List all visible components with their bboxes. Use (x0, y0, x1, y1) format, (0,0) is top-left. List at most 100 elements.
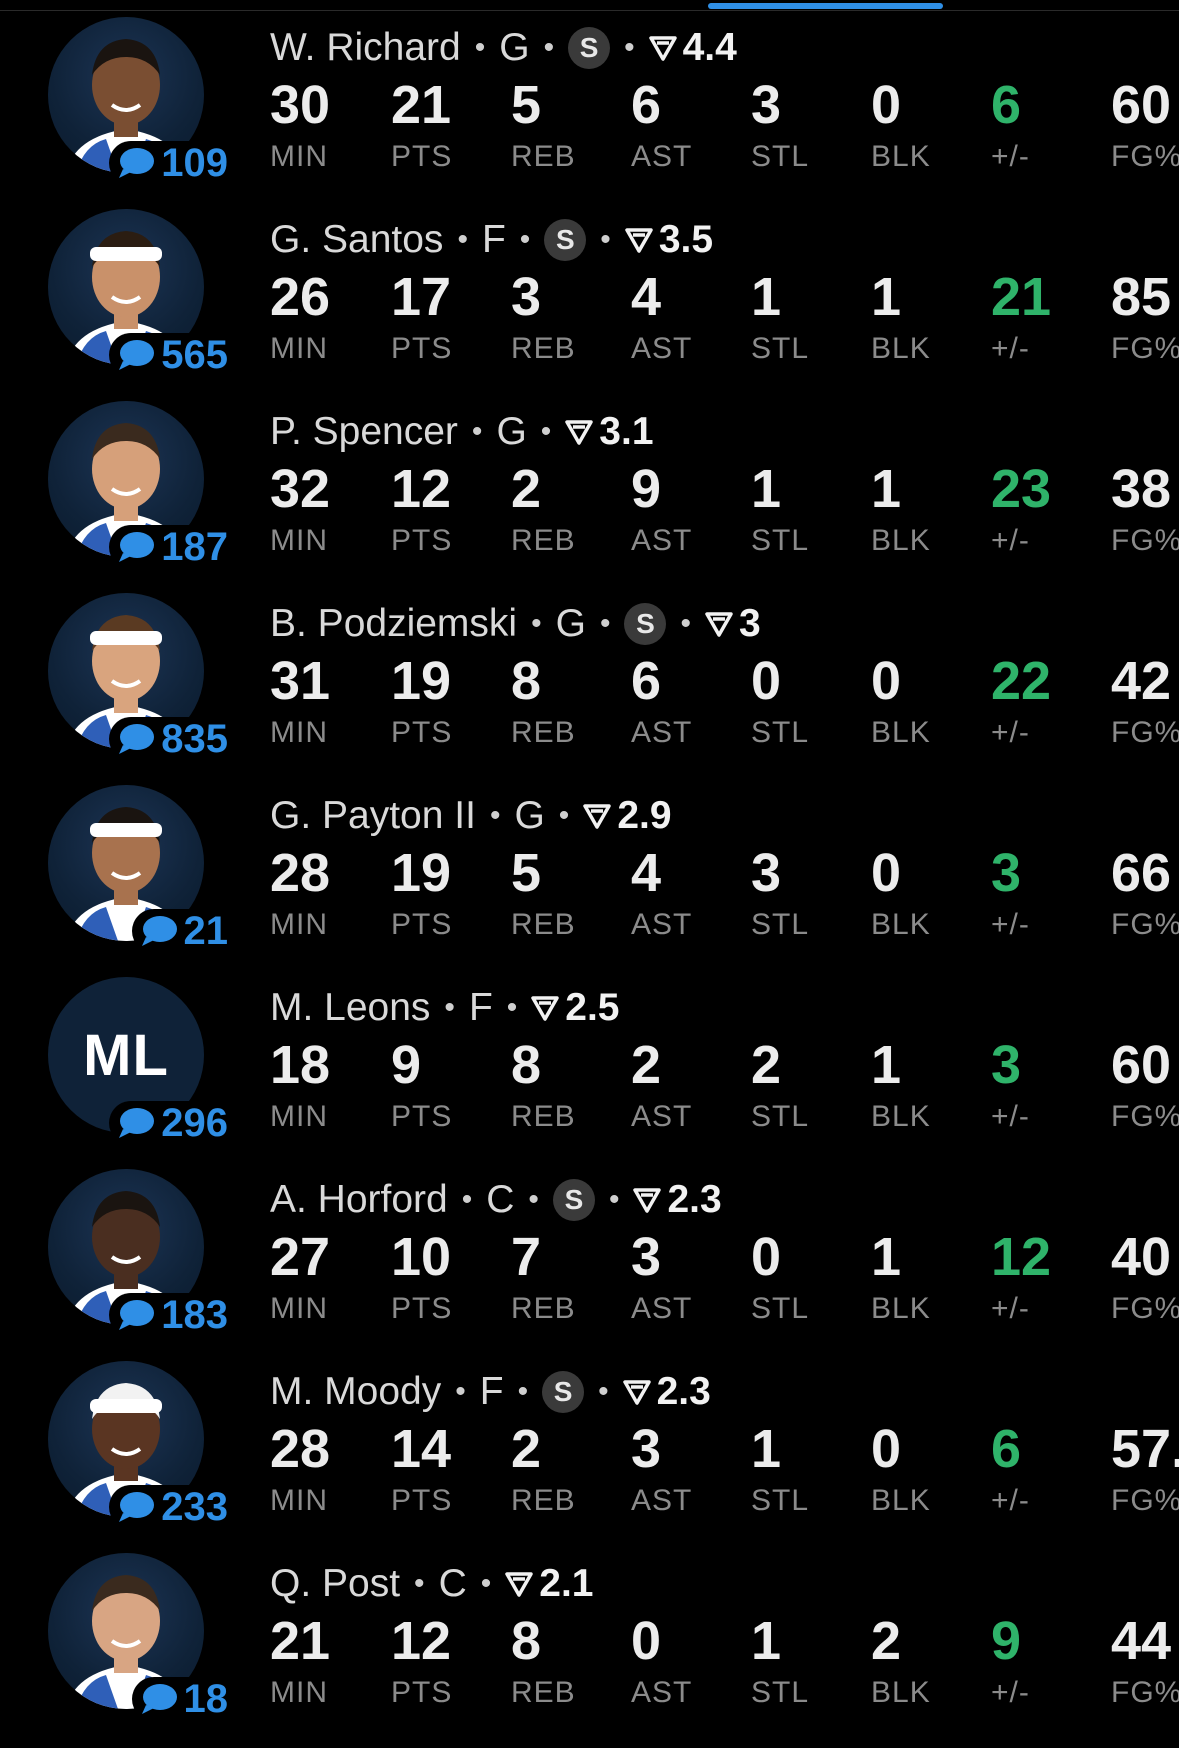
stat-value: 85 (1111, 267, 1172, 327)
stat-value: 3 (751, 843, 782, 903)
stat-value: 3 (751, 75, 782, 135)
player-row[interactable]: 835 B. Podziemski • G • S • 3 31 MIN 19 PTS 8 REB 6 AST… (0, 581, 1179, 773)
stat-value: 19 (391, 843, 452, 903)
player-name-line: W. Richard • G • S • 4.4 (270, 23, 1179, 73)
stat-min: 28 MIN (270, 841, 330, 945)
comment-badge[interactable]: 233 (109, 1485, 232, 1529)
player-name[interactable]: B. Podziemski (270, 602, 517, 646)
player-info: W. Richard • G • S • 4.4 30 MIN 21 PTS 5 REB 6 AST 3 STL… (270, 23, 1179, 193)
player-rating: 2.3 (633, 1178, 722, 1222)
player-row[interactable]: 565 G. Santos • F • S • 3.5 26 MIN 17 PTS 3 REB 4 AST 1 S… (0, 197, 1179, 389)
stat-label: REB (511, 140, 576, 173)
separator-dot: • (519, 223, 531, 256)
player-row[interactable]: ML 296 M. Leons • F • 2.5 18 MIN 9 PTS 8 REB 2 AST 2 STL… (0, 965, 1179, 1157)
comment-badge[interactable]: 109 (109, 141, 232, 185)
stat-value: 23 (991, 459, 1052, 519)
rating-funnel-icon (705, 612, 733, 637)
stat-label: PTS (391, 908, 453, 941)
player-name[interactable]: G. Payton II (270, 794, 476, 838)
stat-min: 30 MIN (270, 73, 330, 177)
stat-blk: 0 BLK (871, 73, 931, 177)
player-info: M. Moody • F • S • 2.3 28 MIN 14 PTS 2 REB 3 AST 1 STL 0 B… (270, 1367, 1179, 1537)
separator-dot: • (455, 1375, 466, 1408)
player-name[interactable]: G. Santos (270, 218, 443, 262)
player-name[interactable]: M. Leons (270, 986, 430, 1030)
stat-pts: 19 PTS (391, 841, 452, 945)
comment-badge[interactable]: 18 (131, 1677, 232, 1721)
stat-label: +/- (991, 524, 1030, 557)
stat-min: 28 MIN (270, 1417, 330, 1521)
player-name[interactable]: P. Spencer (270, 410, 458, 454)
comment-badge[interactable]: 21 (131, 909, 232, 953)
rating-value: 3.5 (658, 218, 714, 261)
player-name[interactable]: M. Moody (270, 1370, 441, 1414)
player-stats: 26 MIN 17 PTS 3 REB 4 AST 1 STL 1 BLK 21 +/- 85 FG% (270, 265, 1179, 385)
stat-ast: 4 AST (631, 265, 692, 369)
stat-label: FG% (1111, 1292, 1179, 1325)
stat-min: 26 MIN (270, 265, 330, 369)
stat-fg: 38 FG% (1111, 457, 1179, 561)
stat-value: 21 (391, 75, 452, 135)
stat-pm: 3 +/- (991, 1033, 1030, 1137)
player-avatar-wrap[interactable]: 183 (48, 1169, 232, 1337)
player-avatar-wrap[interactable]: 21 (48, 785, 232, 953)
separator-dot: • (558, 799, 570, 832)
stat-label: REB (511, 1100, 576, 1133)
player-avatar-wrap[interactable]: ML 296 (48, 977, 232, 1145)
separator-dot: • (474, 31, 486, 64)
stat-fg: 85 FG% (1111, 265, 1179, 369)
stat-value: 1 (871, 1035, 902, 1095)
stat-pts: 12 PTS (391, 457, 452, 561)
comment-badge[interactable]: 565 (109, 333, 232, 377)
player-avatar-wrap[interactable]: 18 (48, 1553, 232, 1721)
player-name[interactable]: Q. Post (270, 1562, 400, 1606)
stat-label: PTS (391, 1100, 453, 1133)
separator-dot: • (414, 1567, 425, 1600)
stat-label: MIN (270, 1100, 328, 1133)
player-avatar-wrap[interactable]: 109 (48, 17, 232, 185)
player-avatar-wrap[interactable]: 233 (48, 1361, 232, 1529)
stat-value: 1 (751, 1419, 782, 1479)
stat-stl: 0 STL (751, 1225, 809, 1329)
stat-label: MIN (270, 524, 328, 557)
stat-pts: 19 PTS (391, 649, 452, 753)
stat-label: AST (631, 1292, 693, 1325)
stat-value: 66 (1111, 843, 1172, 903)
player-info: G. Payton II • G • 2.9 28 MIN 19 PTS 5 REB 4 AST 3 STL… (270, 791, 1179, 961)
stat-reb: 5 REB (511, 73, 576, 177)
stat-label: +/- (991, 1292, 1030, 1325)
player-row[interactable]: 233 M. Moody • F • S • 2.3 28 MIN 14 PTS 2 REB 3 AST 1 ST… (0, 1349, 1179, 1541)
stat-value: 1 (871, 459, 902, 519)
player-row[interactable]: 21 G. Payton II • G • 2.9 28 MIN 19 PTS 5 REB 4 AST 3 S… (0, 773, 1179, 965)
player-row[interactable]: 187 P. Spencer • G • 3.1 32 MIN 12 PTS 2 REB 9 AST 1 ST… (0, 389, 1179, 581)
comment-badge[interactable]: 835 (109, 717, 232, 761)
stat-pm: 6 +/- (991, 73, 1030, 177)
player-info: A. Horford • C • S • 2.3 27 MIN 10 PTS 7 REB 3 AST 0 STL… (270, 1175, 1179, 1345)
stat-value: 12 (391, 459, 452, 519)
player-avatar-wrap[interactable]: 565 (48, 209, 232, 377)
stat-value: 8 (511, 1035, 542, 1095)
rating-value: 2.9 (617, 794, 672, 837)
stat-label: STL (751, 716, 810, 749)
player-name[interactable]: A. Horford (270, 1178, 448, 1222)
comment-count: 835 (161, 716, 228, 761)
rating-funnel-icon (622, 1380, 651, 1405)
comment-badge[interactable]: 187 (109, 525, 232, 569)
stat-value: 3 (991, 843, 1022, 903)
player-row[interactable]: 18 Q. Post • C • 2.1 21 MIN 12 PTS 8 REB 0 AST 1 STL 2 BL… (0, 1541, 1179, 1733)
comment-badge[interactable]: 183 (109, 1293, 232, 1337)
stat-value: 27 (270, 1227, 331, 1287)
player-info: Q. Post • C • 2.1 21 MIN 12 PTS 8 REB 0 AST 1 STL 2 BLK 9… (270, 1559, 1179, 1729)
comment-badge[interactable]: 296 (109, 1101, 232, 1145)
player-avatar-wrap[interactable]: 835 (48, 593, 232, 761)
stat-label: BLK (871, 908, 931, 941)
stat-blk: 0 BLK (871, 649, 931, 753)
player-avatar-wrap[interactable]: 187 (48, 401, 232, 569)
player-row[interactable]: 183 A. Horford • C • S • 2.3 27 MIN 10 PTS 7 REB 3 AST 0… (0, 1157, 1179, 1349)
stat-label: STL (751, 332, 810, 365)
stat-pm: 3 +/- (991, 841, 1030, 945)
stat-label: STL (751, 1100, 810, 1133)
player-row[interactable]: 109 W. Richard • G • S • 4.4 30 MIN 21 PTS 5 REB 6 AST 3… (0, 5, 1179, 197)
comment-bubble-icon (119, 1300, 155, 1330)
player-name[interactable]: W. Richard (270, 26, 461, 70)
